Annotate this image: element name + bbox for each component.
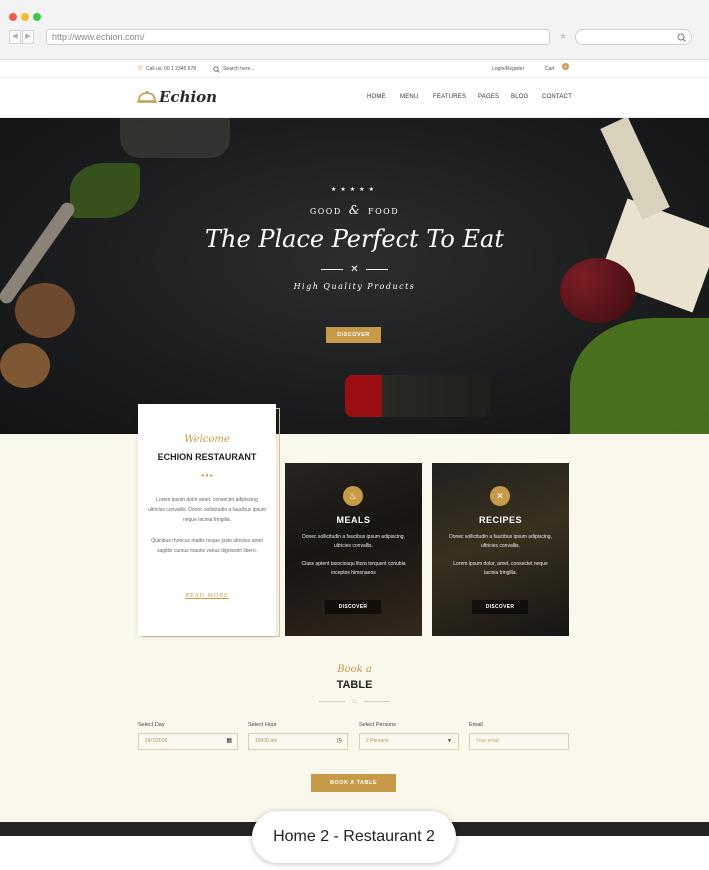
hero-tagline: High Quality Products [293,282,416,291]
grape-leaves-decoration [570,318,709,434]
hero-kicker-left: GOOD [309,207,342,216]
page-frame: ◀ ▶ http://www.echion.com/ ★ ✆ Call us: … [0,0,709,870]
booking-script: Book a [337,664,372,675]
nav-features[interactable]: FEATURES [433,94,466,100]
back-arrow-icon[interactable]: ◀ [9,30,21,44]
book-table-button[interactable]: BOOK A TABLE [311,774,396,792]
hero-discover-button[interactable]: DISCOVER [326,327,381,343]
recipes-card: ✕ RECIPES Donec sollicitudin a faucibus … [432,463,569,636]
minimize-window-dot[interactable] [21,13,29,21]
select-persons-dropdown[interactable]: 2 Persons ▼ [359,733,459,750]
nav-pages[interactable]: PAGES [478,94,499,100]
welcome-script: Welcome [184,434,230,445]
meals-discover-button[interactable]: DISCOVER [325,600,381,614]
calendar-icon: ▦ [226,738,232,744]
browser-search-bar[interactable] [575,29,692,45]
topbar-search-icon[interactable] [213,66,220,73]
walnut-decoration [15,283,75,338]
wine-bottle-decoration [345,375,490,417]
select-hour-field[interactable]: 10h00 am ◷ [248,733,348,750]
close-window-dot[interactable] [9,13,17,21]
recipes-text-1: Donec sollicitudin a faucibus ipsum adip… [449,534,552,549]
cloche-logo-icon [137,90,157,103]
browser-chrome: ◀ ▶ http://www.echion.com/ ★ [0,0,709,60]
recipes-discover-button[interactable]: DISCOVER [472,600,528,614]
chevron-down-icon: ▼ [447,738,452,744]
hero-banner: ★★★★★ GOOD & FOOD The Place Perfect To E… [0,118,709,434]
walnut-half-decoration [0,343,50,388]
select-hour-value: 10h00 am [255,738,278,744]
site-header: Echion HOME MENU FEATURES PAGES BLOG CON… [0,78,709,118]
welcome-ornament: ◂ ♦ ▸ [200,473,214,479]
welcome-paragraph-2: Quinibus rhoncus mattis neque justo ultr… [151,538,263,554]
login-register-link[interactable]: Login/Register [492,66,524,72]
email-placeholder: Your email [476,738,500,744]
cart-count-badge: 0 [562,63,569,70]
read-more-link[interactable]: READ MORE [138,593,276,599]
nav-contact[interactable]: CONTACT [542,94,572,100]
hero-kicker-right: FOOD [368,207,400,216]
booking-divider: ♨ [0,697,709,705]
fork-knife-icon: ✕ [350,264,359,275]
meals-title: MEALS [336,515,371,525]
demo-caption-pill: Home 2 - Restaurant 2 [252,811,456,863]
meals-text-1: Donec sollicitudin a faucibus ipsum adip… [302,534,405,549]
fork-knife-icon: ✕ [490,486,510,506]
meals-card: ♨ MEALS Donec sollicitudin a faucibus ip… [285,463,422,636]
site-logo[interactable]: Echion [159,88,217,106]
email-field[interactable]: Your email [469,733,569,750]
email-label: Email [469,722,483,728]
welcome-paragraph-1: Lorem ipsum dolor amet, consectet adipis… [147,497,267,523]
meals-text-2: Class aptent taxociosqu litora torquent … [301,561,406,576]
url-text: http://www.echion.com/ [52,32,145,42]
select-day-label: Select Day [138,722,165,728]
star-icon[interactable]: ★ [559,31,567,42]
nav-blog[interactable]: BLOG [511,94,528,100]
welcome-card: Welcome ECHION RESTAURANT ◂ ♦ ▸ Lorem ip… [138,404,276,636]
hero-divider: ✕ [0,264,709,275]
cloche-icon: ♨ [343,486,363,506]
recipes-title: RECIPES [478,515,522,525]
top-bar: ✆ Call us: 00 1 2345 678 Search here... … [0,61,709,78]
phone-text: Call us: 00 1 2345 678 [146,66,197,72]
welcome-title: ECHION RESTAURANT [157,452,257,462]
select-persons-value: 2 Persons [366,738,389,744]
forward-arrow-icon[interactable]: ▶ [22,30,34,44]
nav-home[interactable]: HOME [367,94,386,100]
clock-icon: ◷ [336,738,342,744]
cart-link[interactable]: Cart [545,66,554,72]
recipes-text-2: Lorem ipsum dolor, amet, consectet neque… [453,561,548,576]
search-icon [677,33,686,42]
chef-hat-icon: ♨ [351,698,358,705]
hero-title: The Place Perfect To Eat [205,225,504,253]
select-hour-label: Select Hour [248,722,277,728]
topbar-search-input[interactable]: Search here... [223,66,254,72]
select-day-field[interactable]: 24/7/2016 ▦ [138,733,238,750]
url-bar[interactable]: http://www.echion.com/ [46,29,550,45]
select-persons-label: Select Persons [359,722,396,728]
select-day-value: 24/7/2016 [145,738,168,744]
booking-title: TABLE [336,679,373,691]
hero-kicker-amp: & [348,203,361,217]
maximize-window-dot[interactable] [33,13,41,21]
phone-icon: ✆ [138,66,144,72]
bottle-decoration [120,118,230,158]
hero-stars: ★★★★★ [331,187,378,193]
nav-menu[interactable]: MENU [400,94,418,100]
hero-kicker: GOOD & FOOD [0,203,709,217]
